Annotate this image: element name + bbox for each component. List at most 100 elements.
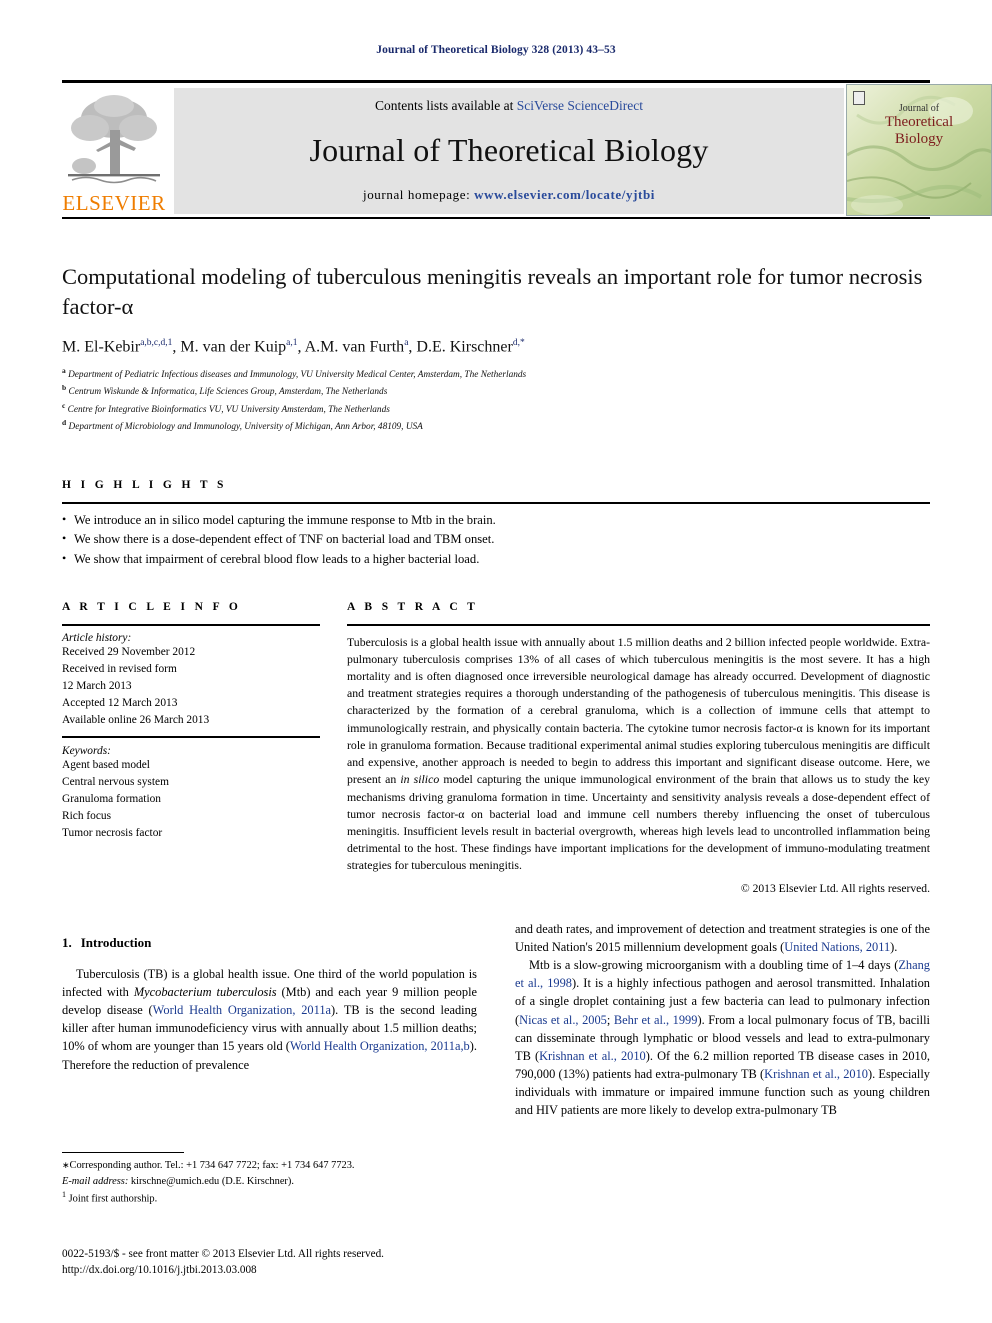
author-name[interactable]: M. El-Kebir [62,338,140,355]
article-history-title: Article history: [62,631,132,644]
affiliation-item: a Department of Pediatric Infectious dis… [62,365,930,382]
issn-line: 0022-5193/$ - see front matter © 2013 El… [62,1248,384,1260]
email-value[interactable]: kirschne@umich.edu (D.E. Kirschner). [128,1176,294,1187]
footnote-marker: 1 [62,1190,66,1200]
citation-link[interactable]: World Health Organization, 2011a [153,1003,331,1017]
cover-title-line2: Theoretical [884,114,954,131]
list-item: Available online 26 March 2013 [62,714,210,727]
keywords-rule [62,736,320,738]
affiliation-key: d [62,417,67,427]
list-item: Central nervous system [62,775,169,788]
abstract-text: Tuberculosis is a global health issue wi… [347,634,930,875]
author-affil-marker: a,1 [286,337,298,348]
highlights-list: We introduce an in silico model capturin… [62,510,930,570]
list-item: Rich focus [62,810,112,823]
article-history-list: Received 29 November 2012 Received in re… [62,644,320,730]
elsevier-tree-icon [68,95,160,184]
cover-title-line3: Biology [894,130,944,147]
contents-prefix: Contents lists available at [374,98,517,113]
elsevier-logo: ELSEVIER [62,88,166,214]
section-number: 1. [62,935,72,950]
body-column-left: 1. Introduction Tuberculosis (TB) is a gl… [62,920,477,1074]
title-block: Computational modeling of tuberculous me… [62,262,930,434]
abstract-label: A B S T R A C T [347,601,479,613]
doi-link[interactable]: http://dx.doi.org/10.1016/j.jtbi.2013.03… [62,1262,562,1278]
affiliation-key: c [62,400,66,410]
affiliation-key: a [62,366,66,376]
affiliation-text: Department of Pediatric Infectious disea… [68,370,527,381]
footnote-joint-authorship: 1 Joint first authorship. [62,1189,477,1207]
sciencedirect-link[interactable]: SciVerse ScienceDirect [517,98,643,113]
issn-copyright-block: 0022-5193/$ - see front matter © 2013 El… [62,1246,562,1278]
affiliation-list: a Department of Pediatric Infectious dis… [62,365,930,434]
author-affil-marker: a,b,c,d,1 [140,337,173,348]
journal-homepage-line: journal homepage: www.elsevier.com/locat… [174,187,844,203]
abstract-rule [347,624,930,626]
footnote-corresponding-author: ∗Corresponding author. Tel.: +1 734 647 … [62,1158,477,1174]
author-name[interactable]: A.M. van Furth [305,338,405,355]
author-name[interactable]: M. van der Kuip [180,338,286,355]
author-affil-marker: a [404,337,409,348]
species-name: Mycobacterium tuberculosis [133,985,277,1000]
journal-cover-thumbnail: Journal of Theoretical Biology [846,84,992,216]
homepage-link[interactable]: www.elsevier.com/locate/yjtbi [474,187,655,202]
affiliation-item: c Centre for Integrative Bioinformatics … [62,400,930,417]
abstract-copyright: © 2013 Elsevier Ltd. All rights reserved… [740,881,930,895]
abstract-italic-in-silico: in silico [400,772,440,787]
list-item: Granuloma formation [62,792,162,805]
article-info-column: A R T I C L E I N F O Article history: R… [62,601,320,842]
citation-link[interactable]: Krishnan et al., 2010 [539,1049,646,1063]
running-head: Journal of Theoretical Biology 328 (2013… [376,44,616,56]
affiliation-key: b [62,383,67,393]
highlights-rule [62,502,930,504]
footnote-block: ∗Corresponding author. Tel.: +1 734 647 … [62,1152,477,1207]
list-item: Received in revised form [62,662,177,675]
list-item: Received 29 November 2012 [62,645,196,658]
list-item: Agent based model [62,758,150,771]
list-item: We introduce an in silico model capturin… [62,510,930,531]
list-item: We show that impairment of cerebral bloo… [62,549,930,570]
footnote-text: Corresponding author. Tel.: +1 734 647 7… [69,1160,355,1171]
citation-link[interactable]: World Health Organization, 2011a,b [290,1039,470,1053]
paragraph: Tuberculosis (TB) is a global health iss… [62,965,477,1074]
list-item: We show there is a dose-dependent effect… [62,529,930,550]
article-info-label: A R T I C L E I N F O [62,601,242,613]
text-run: ). [890,940,898,955]
footnote-text: Joint first authorship. [68,1193,158,1205]
author-name[interactable]: D.E. Kirschner [416,338,512,355]
citation-link[interactable]: Nicas et al., 2005 [519,1013,607,1027]
paper-page: Journal of Theoretical Biology 328 (2013… [0,0,992,1323]
keywords-list: Agent based model Central nervous system… [62,757,320,843]
author-list: M. El-Kebira,b,c,d,1, M. van der Kuipa,1… [62,337,525,356]
elsevier-wordmark: ELSEVIER [62,191,166,215]
cover-title-line1: Journal of [898,103,940,114]
citation-link[interactable]: Krishnan et al., 2010 [764,1067,868,1081]
abstract-column: A B S T R A C T Tuberculosis is a global… [347,601,930,895]
citation-link[interactable]: Behr et al., 1999 [614,1013,698,1027]
list-item: Tumor necrosis factor [62,827,163,840]
footnote-list: ∗Corresponding author. Tel.: +1 734 647 … [62,1158,477,1207]
list-item: Accepted 12 March 2013 [62,696,178,709]
section-title: Introduction [80,935,152,950]
masthead-band: Contents lists available at SciVerse Sci… [174,88,844,214]
author-affil-marker: d,* [512,337,525,348]
citation-link[interactable]: United Nations, 2011 [784,940,890,954]
homepage-label: journal homepage: [363,187,471,202]
affiliation-text: Centrum Wiskunde & Informatica, Life Sci… [68,387,388,398]
list-item: 12 March 2013 [62,679,132,692]
cover-title: Journal of Theoretical Biology [847,103,991,148]
affiliation-text: Centre for Integrative Bioinformatics VU… [67,404,390,415]
paragraph: and death rates, and improvement of dete… [515,920,930,956]
masthead-top-rule [62,80,930,83]
abstract-part-1: Tuberculosis is a global health issue wi… [347,634,930,787]
footnote-email: E-mail address: kirschne@umich.edu (D.E.… [62,1174,477,1190]
text-run: ; [606,1012,614,1027]
article-info-rule [62,624,320,626]
page-title: Computational modeling of tuberculous me… [62,264,923,319]
journal-masthead: ELSEVIER Contents lists available at Sci… [62,80,992,219]
paragraph: Mtb is a slow-growing microorganism with… [515,956,930,1119]
affiliation-text: Department of Microbiology and Immunolog… [68,421,423,432]
section-heading-introduction: 1. Introduction [62,935,477,951]
body-column-right: and death rates, and improvement of dete… [515,920,930,1119]
email-label: E-mail address: [62,1175,129,1187]
